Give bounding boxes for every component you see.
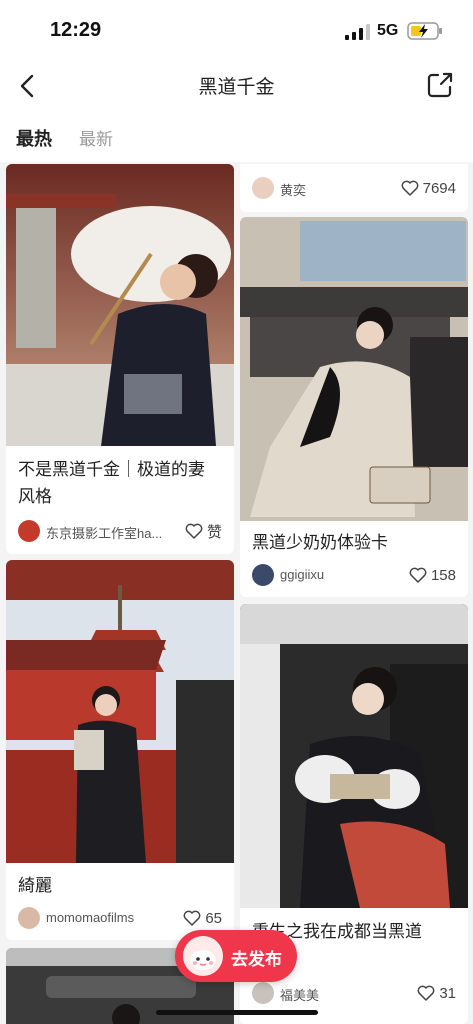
post-photo	[240, 604, 468, 908]
author-name[interactable]: momomaofilms	[46, 910, 176, 925]
like-button[interactable]: 7694	[401, 177, 456, 199]
heart-icon	[409, 567, 427, 583]
avatar[interactable]	[252, 177, 274, 199]
author-name[interactable]: 福美美	[280, 985, 390, 1004]
app-screen: 12:29 5G 黑道千金 最热 最新 不是黑道千金｜极道的妻 风格 东京摄影工…	[0, 0, 473, 1024]
mascot-icon	[183, 936, 223, 976]
home-indicator	[156, 1010, 318, 1015]
post-image	[6, 560, 234, 863]
avatar[interactable]	[252, 564, 274, 586]
network-label: 5G	[377, 22, 399, 39]
tab-newest[interactable]: 最新	[79, 125, 113, 150]
like-count: 31	[439, 984, 456, 1002]
publish-button[interactable]: 去发布	[175, 930, 297, 982]
heart-icon	[183, 910, 201, 926]
avatar[interactable]	[18, 520, 40, 542]
like-button[interactable]: 31	[417, 982, 456, 1004]
like-count: 7694	[422, 179, 456, 197]
like-count: 赞	[206, 523, 222, 541]
signal-icon	[345, 24, 370, 40]
post-meta: 东京摄影工作室ha... 赞	[18, 520, 224, 544]
post-meta: momomaofilms 65	[18, 907, 224, 931]
heart-icon	[401, 180, 419, 196]
post-image	[240, 217, 468, 521]
nav-bar: 黑道千金	[0, 62, 473, 112]
battery-icon	[407, 22, 442, 40]
sort-tabs: 最热 最新	[0, 112, 473, 162]
status-bar: 12:29 5G	[0, 0, 473, 62]
post-meta: 福美美 31	[252, 982, 458, 1006]
author-name[interactable]: 东京摄影工作室ha...	[46, 523, 176, 542]
like-count: 65	[205, 909, 222, 927]
post-title-line1: 不是黑道千金｜极道的妻	[18, 460, 205, 479]
heart-icon	[417, 985, 435, 1001]
publish-label: 去发布	[231, 950, 282, 969]
post-title-line2: 风格	[18, 487, 52, 506]
heart-icon	[185, 523, 203, 539]
author-name[interactable]: 黄奕	[280, 180, 380, 199]
status-time: 12:29	[50, 19, 102, 41]
post-card[interactable]: 綺麗 momomaofilms 65	[6, 560, 234, 940]
tab-hottest[interactable]: 最热	[16, 125, 52, 151]
like-button[interactable]: 赞	[185, 520, 222, 542]
post-meta: 黄奕 7694	[252, 177, 458, 201]
post-image	[240, 604, 468, 908]
post-title: 黑道少奶奶体验卡	[252, 533, 388, 552]
avatar[interactable]	[252, 982, 274, 1004]
post-meta: ggigiixu 158	[252, 564, 458, 588]
avatar[interactable]	[18, 907, 40, 929]
post-title: 綺麗	[18, 876, 52, 895]
like-button[interactable]: 65	[183, 907, 222, 929]
post-photo	[240, 217, 468, 521]
page-title: 黑道千金	[198, 77, 275, 98]
post-card[interactable]: 不是黑道千金｜极道的妻 风格 东京摄影工作室ha... 赞	[6, 164, 234, 554]
like-count: 158	[430, 566, 456, 584]
post-card[interactable]: 黑道少奶奶体验卡 ggigiixu 158	[240, 217, 468, 597]
post-image	[6, 164, 234, 446]
post-card[interactable]: 黄奕 7694	[240, 164, 468, 212]
author-name[interactable]: ggigiixu	[280, 567, 390, 582]
like-button[interactable]: 158	[409, 564, 456, 586]
share-icon[interactable]	[426, 71, 454, 99]
post-photo	[6, 164, 234, 446]
post-photo	[6, 560, 234, 863]
